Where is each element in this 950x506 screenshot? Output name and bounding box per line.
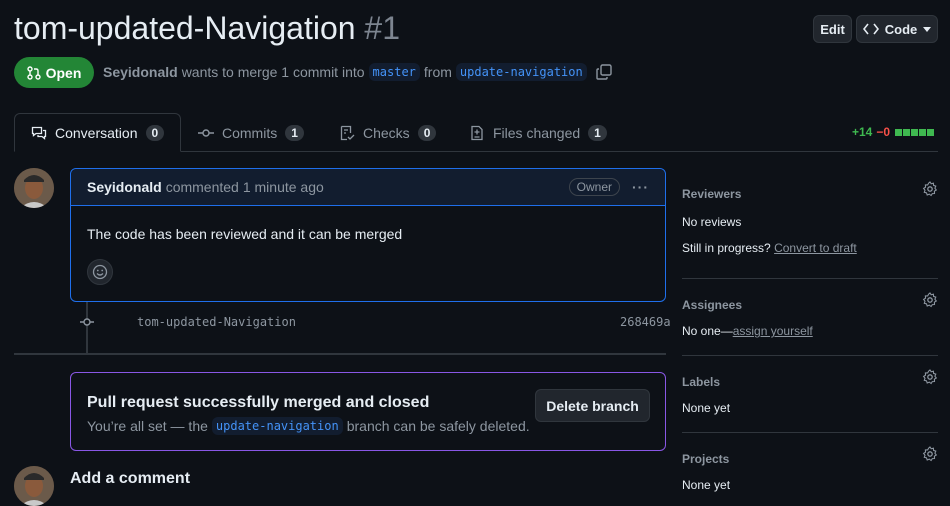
tab-label: Checks xyxy=(363,124,410,141)
delete-branch-button[interactable]: Delete branch xyxy=(535,389,650,422)
commit-message[interactable]: tom-updated-Navigation xyxy=(137,315,296,329)
reviewers-title[interactable]: Reviewers xyxy=(682,187,938,201)
assignees-title[interactable]: Assignees xyxy=(682,298,938,312)
code-button[interactable]: Code xyxy=(856,15,938,43)
merged-heading: Pull request successfully merged and clo… xyxy=(87,394,430,411)
draft-prompt-text: Still in progress? xyxy=(682,241,771,255)
owner-badge: Owner xyxy=(568,178,620,196)
merged-text-2: branch can be safely deleted. xyxy=(346,418,530,434)
head-branch[interactable]: update-navigation xyxy=(455,63,587,81)
pr-title-text: tom-updated-Navigation xyxy=(14,10,356,46)
diffstat-blocks xyxy=(894,128,935,136)
deletions-count: −0 xyxy=(876,125,891,139)
checklist-icon xyxy=(340,125,355,140)
file-diff-icon xyxy=(471,125,483,140)
conversation-icon xyxy=(31,126,47,140)
tab-checks[interactable]: Checks 0 xyxy=(339,113,437,152)
smiley-icon[interactable] xyxy=(87,259,113,285)
assignees-value: No one—assign yourself xyxy=(682,324,938,338)
state-label: Open xyxy=(45,64,82,81)
tab-commits[interactable]: Commits 1 xyxy=(198,113,304,152)
sidebar-divider xyxy=(682,278,938,279)
sidebar-divider xyxy=(682,432,938,433)
sidebar-divider xyxy=(682,355,938,356)
merge-text: wants to merge 1 commit into xyxy=(181,64,365,80)
code-icon xyxy=(862,23,879,35)
assign-yourself-link[interactable]: assign yourself xyxy=(733,324,813,338)
comment-body: The code has been reviewed and it can be… xyxy=(87,226,403,242)
gear-icon[interactable] xyxy=(922,369,938,385)
state-badge: Open xyxy=(14,57,94,88)
comment-time[interactable]: 1 minute ago xyxy=(243,179,324,195)
labels-value: None yet xyxy=(682,401,731,415)
convert-to-draft-link[interactable]: Convert to draft xyxy=(774,241,857,255)
base-branch[interactable]: master xyxy=(368,63,420,81)
commit-sha[interactable]: 268469a xyxy=(620,315,671,329)
gear-icon[interactable] xyxy=(922,446,938,462)
merged-subtext: You’re all set — the update-navigation b… xyxy=(87,417,530,435)
edit-label: Edit xyxy=(820,21,845,37)
reviewers-value: No reviews xyxy=(682,215,742,229)
kebab-menu-icon[interactable]: ··· xyxy=(632,179,649,195)
comment-action: commented xyxy=(165,179,239,195)
tab-counter: 1 xyxy=(588,124,607,141)
timeline-break xyxy=(14,353,666,355)
tab-counter: 0 xyxy=(417,124,437,141)
tab-label: Commits xyxy=(222,124,278,141)
tab-label: Files changed xyxy=(493,124,581,141)
pr-author[interactable]: Seyidonald xyxy=(103,64,178,80)
tab-files-changed[interactable]: Files changed 1 xyxy=(469,113,607,152)
draft-prompt: Still in progress? Convert to draft xyxy=(682,241,938,255)
tab-conversation[interactable]: Conversation 0 xyxy=(14,113,181,152)
merged-branch[interactable]: update-navigation xyxy=(211,417,343,435)
projects-value: None yet xyxy=(682,478,731,492)
pr-meta: Seyidonald wants to merge 1 commit into … xyxy=(103,63,613,81)
caret-down-icon xyxy=(923,26,932,32)
projects-title[interactable]: Projects xyxy=(682,452,938,466)
avatar[interactable] xyxy=(14,466,54,506)
assignees-section: Assignees No one—assign yourself xyxy=(682,292,938,338)
tab-label: Conversation xyxy=(55,124,138,141)
from-text: from xyxy=(423,64,452,80)
commit-icon xyxy=(198,128,214,137)
copy-icon[interactable] xyxy=(595,63,613,81)
assignees-none: No one— xyxy=(682,324,733,338)
gear-icon[interactable] xyxy=(922,181,938,197)
delete-branch-label: Delete branch xyxy=(546,397,639,414)
edit-button[interactable]: Edit xyxy=(813,15,852,43)
merged-text-1: You’re all set — the xyxy=(87,418,208,434)
pull-request-icon xyxy=(26,65,41,80)
projects-section: Projects None yet xyxy=(682,446,938,492)
avatar[interactable] xyxy=(14,168,54,208)
commit-icon xyxy=(80,318,94,326)
tab-counter: 1 xyxy=(285,124,304,141)
diffstat: +14 −0 xyxy=(852,125,935,139)
gear-icon[interactable] xyxy=(922,292,938,308)
comment-author[interactable]: Seyidonald xyxy=(87,179,162,195)
merged-box: Pull request successfully merged and clo… xyxy=(70,372,666,451)
pr-number: #1 xyxy=(364,10,401,46)
labels-section: Labels None yet xyxy=(682,369,938,415)
add-comment-heading: Add a comment xyxy=(70,470,191,487)
code-label: Code xyxy=(884,21,918,37)
tab-counter: 0 xyxy=(145,124,165,141)
comment-header: Seyidonald commented 1 minute ago Owner … xyxy=(71,169,665,206)
reviewers-section: Reviewers No reviews Still in progress? … xyxy=(682,181,938,255)
pr-title: tom-updated-Navigation #1 xyxy=(14,10,400,47)
comment-box: Seyidonald commented 1 minute ago Owner … xyxy=(70,168,666,302)
additions-count: +14 xyxy=(852,125,873,139)
labels-title[interactable]: Labels xyxy=(682,375,938,389)
